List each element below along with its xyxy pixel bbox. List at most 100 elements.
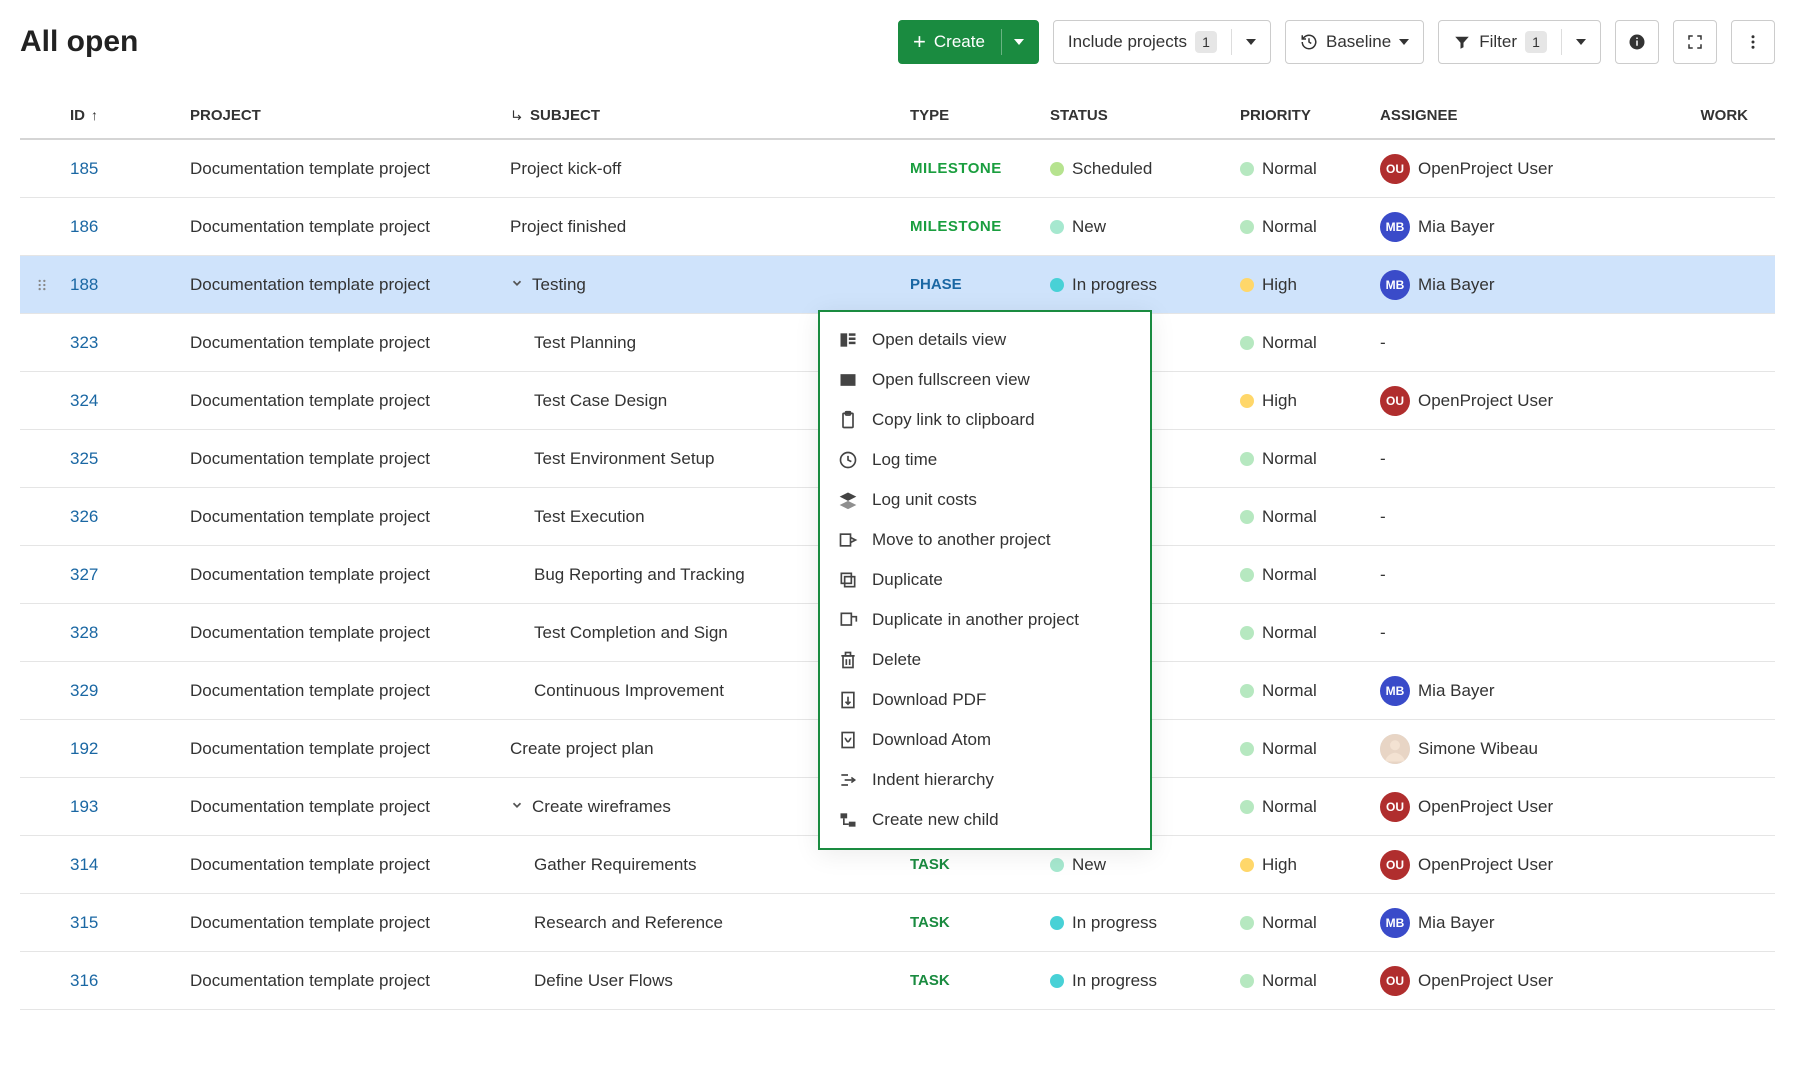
include-projects-label: Include projects xyxy=(1068,32,1187,52)
menu-item-label: Open fullscreen view xyxy=(872,370,1030,390)
kebab-icon xyxy=(1744,33,1762,51)
baseline-button[interactable]: Baseline xyxy=(1285,20,1424,64)
menu-item-label: Download Atom xyxy=(872,730,991,750)
pdf-icon xyxy=(838,690,858,710)
menu-item-details[interactable]: Open details view xyxy=(820,320,1150,360)
id-link[interactable]: 186 xyxy=(70,217,98,237)
subject-cell[interactable]: Project kick-off xyxy=(504,159,904,179)
priority-cell: Normal xyxy=(1234,565,1374,585)
menu-item-clock[interactable]: Log time xyxy=(820,440,1150,480)
table-row[interactable]: 186Documentation template projectProject… xyxy=(20,198,1775,256)
filter-label: Filter xyxy=(1479,32,1517,52)
priority-dot-icon xyxy=(1240,568,1254,582)
more-button[interactable] xyxy=(1731,20,1775,64)
status-dot-icon xyxy=(1050,858,1064,872)
priority-dot-icon xyxy=(1240,278,1254,292)
id-link[interactable]: 185 xyxy=(70,159,98,179)
subject-text: Continuous Improvement xyxy=(534,681,724,701)
col-work[interactable]: WORK xyxy=(1664,107,1754,124)
subject-cell[interactable]: Define User Flows xyxy=(504,971,904,991)
priority-cell: Normal xyxy=(1234,739,1374,759)
subject-cell[interactable]: Project finished xyxy=(504,217,904,237)
id-link[interactable]: 324 xyxy=(70,391,98,411)
subject-cell[interactable]: Gather Requirements xyxy=(504,855,904,875)
subject-cell[interactable]: Testing xyxy=(504,275,904,295)
priority-cell: Normal xyxy=(1234,449,1374,469)
col-type[interactable]: TYPE xyxy=(904,107,1044,124)
create-button[interactable]: + Create xyxy=(898,20,1039,64)
project-cell: Documentation template project xyxy=(184,623,504,643)
menu-item-clipboard[interactable]: Copy link to clipboard xyxy=(820,400,1150,440)
col-subject[interactable]: SUBJECT xyxy=(504,107,904,124)
filter-button[interactable]: Filter 1 xyxy=(1438,20,1601,64)
id-link[interactable]: 326 xyxy=(70,507,98,527)
col-project[interactable]: PROJECT xyxy=(184,107,504,124)
expand-icon xyxy=(1686,33,1704,51)
priority-cell: High xyxy=(1234,391,1374,411)
chevron-down-icon[interactable] xyxy=(510,797,526,817)
include-projects-button[interactable]: Include projects 1 xyxy=(1053,20,1271,64)
assignee-cell: OUOpenProject User xyxy=(1374,966,1664,996)
id-link[interactable]: 315 xyxy=(70,913,98,933)
menu-item-atom[interactable]: Download Atom xyxy=(820,720,1150,760)
status-dot-icon xyxy=(1050,916,1064,930)
include-projects-count: 1 xyxy=(1195,31,1217,53)
table-row[interactable]: 315Documentation template projectResearc… xyxy=(20,894,1775,952)
assignee-cell: MBMia Bayer xyxy=(1374,270,1664,300)
id-link[interactable]: 193 xyxy=(70,797,98,817)
id-link[interactable]: 316 xyxy=(70,971,98,991)
project-cell: Documentation template project xyxy=(184,739,504,759)
menu-item-duplicate-ext[interactable]: Duplicate in another project xyxy=(820,600,1150,640)
table-row[interactable]: 188Documentation template projectTesting… xyxy=(20,256,1775,314)
id-link[interactable]: 314 xyxy=(70,855,98,875)
type-cell: PHASE xyxy=(904,276,1044,293)
status-cell: New xyxy=(1044,217,1234,237)
type-cell: MILESTONE xyxy=(904,160,1044,177)
assignee-cell: OUOpenProject User xyxy=(1374,386,1664,416)
menu-item-delete[interactable]: Delete xyxy=(820,640,1150,680)
subject-text: Test Execution xyxy=(534,507,645,527)
menu-item-label: Duplicate in another project xyxy=(872,610,1079,630)
id-link[interactable]: 188 xyxy=(70,275,98,295)
priority-cell: Normal xyxy=(1234,971,1374,991)
menu-item-label: Log time xyxy=(872,450,937,470)
info-button[interactable] xyxy=(1615,20,1659,64)
drag-handle-icon[interactable] xyxy=(20,276,64,294)
id-link[interactable]: 327 xyxy=(70,565,98,585)
menu-item-layers[interactable]: Log unit costs xyxy=(820,480,1150,520)
menu-item-move[interactable]: Move to another project xyxy=(820,520,1150,560)
subject-text: Test Case Design xyxy=(534,391,667,411)
col-status[interactable]: STATUS xyxy=(1044,107,1234,124)
subject-cell[interactable]: Research and Reference xyxy=(504,913,904,933)
table-row[interactable]: 316Documentation template projectDefine … xyxy=(20,952,1775,1010)
chevron-down-icon[interactable] xyxy=(510,275,526,295)
subject-text: Research and Reference xyxy=(534,913,723,933)
assignee-cell: OUOpenProject User xyxy=(1374,154,1664,184)
id-link[interactable]: 325 xyxy=(70,449,98,469)
menu-item-fullscreen[interactable]: Open fullscreen view xyxy=(820,360,1150,400)
history-icon xyxy=(1300,33,1318,51)
col-id[interactable]: ID ↑ xyxy=(64,107,184,124)
project-cell: Documentation template project xyxy=(184,449,504,469)
table-row[interactable]: 185Documentation template projectProject… xyxy=(20,140,1775,198)
avatar: OU xyxy=(1380,850,1410,880)
assignee-cell: MBMia Bayer xyxy=(1374,676,1664,706)
id-link[interactable]: 192 xyxy=(70,739,98,759)
id-link[interactable]: 328 xyxy=(70,623,98,643)
priority-dot-icon xyxy=(1240,916,1254,930)
menu-item-indent[interactable]: Indent hierarchy xyxy=(820,760,1150,800)
menu-item-child[interactable]: Create new child xyxy=(820,800,1150,840)
menu-item-pdf[interactable]: Download PDF xyxy=(820,680,1150,720)
layers-icon xyxy=(838,490,858,510)
fullscreen-button[interactable] xyxy=(1673,20,1717,64)
clipboard-icon xyxy=(838,410,858,430)
id-link[interactable]: 323 xyxy=(70,333,98,353)
priority-dot-icon xyxy=(1240,684,1254,698)
col-priority[interactable]: PRIORITY xyxy=(1234,107,1374,124)
menu-item-duplicate[interactable]: Duplicate xyxy=(820,560,1150,600)
col-assignee[interactable]: ASSIGNEE xyxy=(1374,107,1664,124)
avatar: MB xyxy=(1380,908,1410,938)
hierarchy-icon xyxy=(510,108,524,122)
move-icon xyxy=(838,530,858,550)
id-link[interactable]: 329 xyxy=(70,681,98,701)
